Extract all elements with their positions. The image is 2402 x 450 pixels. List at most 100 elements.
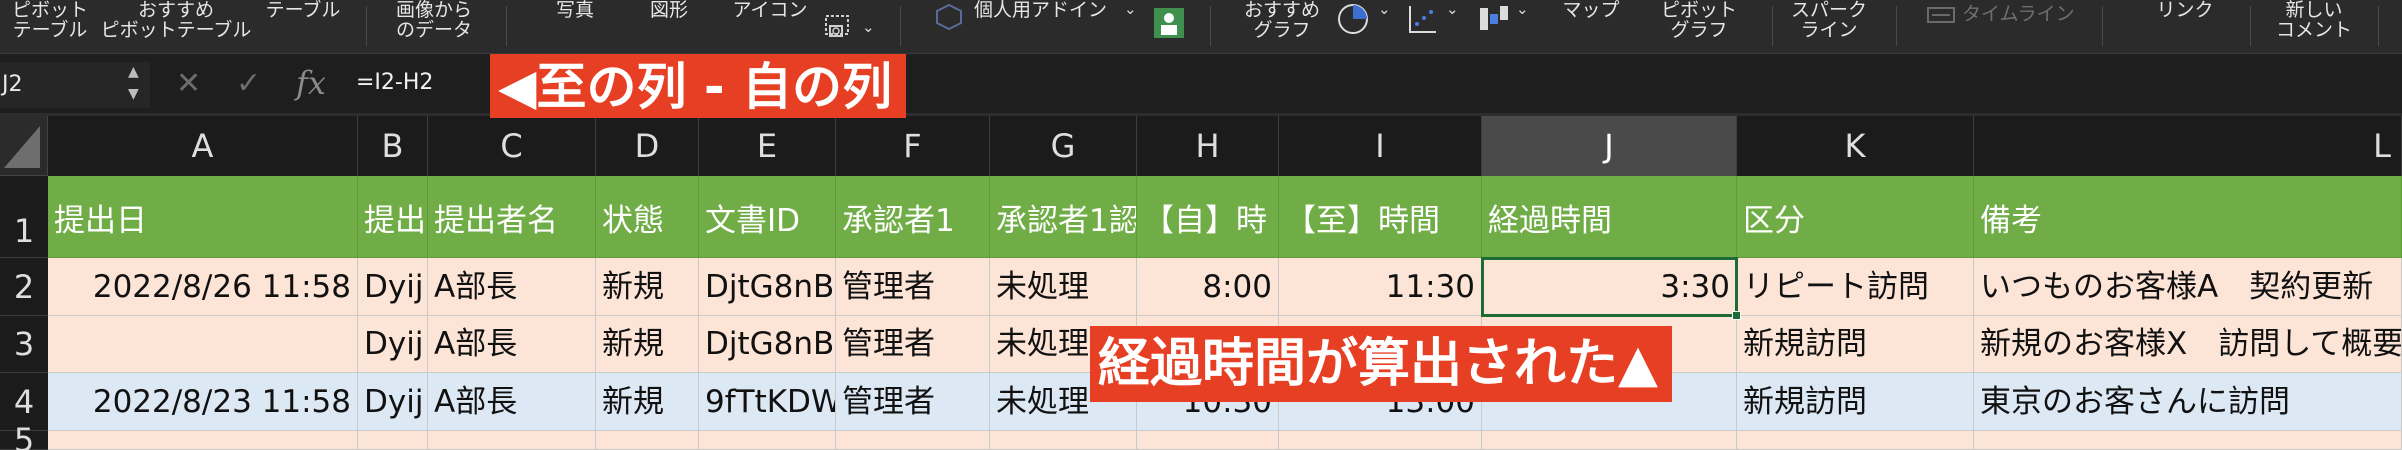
recommended-pivot-button[interactable]: おすすめ ピボットテーブル — [96, 0, 256, 40]
cell-l5[interactable] — [1974, 431, 2402, 450]
cell-l3[interactable]: 新規のお客様X 訪問して概要 — [1974, 316, 2402, 373]
cell-i2[interactable]: 11:30 — [1279, 258, 1482, 316]
chevron-down-icon[interactable]: ⌄ — [1124, 0, 1137, 18]
cell-g5[interactable] — [990, 431, 1137, 450]
cell-k4[interactable]: 新規訪問 — [1737, 373, 1974, 431]
column-header-d[interactable]: D — [596, 116, 699, 176]
cell-l1[interactable]: 備考 — [1974, 176, 2402, 258]
cell-c4[interactable]: A部長 — [428, 373, 596, 431]
name-box-up-icon[interactable]: ▲ — [128, 64, 139, 80]
scatter-chart-icon[interactable] — [1406, 2, 1440, 36]
cell-d1[interactable]: 状態 — [596, 176, 699, 258]
shapes-button[interactable]: 図形 — [634, 0, 704, 20]
fill-handle[interactable] — [1732, 311, 1741, 320]
cell-h2[interactable]: 8:00 — [1137, 258, 1279, 316]
cell-k5[interactable] — [1737, 431, 1974, 450]
cell-e3[interactable]: DjtG8nB — [699, 316, 836, 373]
cell-k3[interactable]: 新規訪問 — [1737, 316, 1974, 373]
column-header-b[interactable]: B — [358, 116, 428, 176]
column-header-c[interactable]: C — [428, 116, 596, 176]
row-header-3[interactable]: 3 — [0, 316, 48, 373]
cell-e1[interactable]: 文書ID — [699, 176, 836, 258]
column-header-f[interactable]: F — [836, 116, 990, 176]
cell-b4[interactable]: Dyij — [358, 373, 428, 431]
cell-a3[interactable] — [48, 316, 358, 373]
pivot-chart-button[interactable]: ピボット グラフ — [1644, 0, 1754, 40]
cell-a2[interactable]: 2022/8/26 11:58 — [48, 258, 358, 316]
waterfall-chart-icon[interactable] — [1476, 2, 1510, 36]
cell-l4[interactable]: 東京のお客さんに訪問 — [1974, 373, 2402, 431]
cell-d4[interactable]: 新規 — [596, 373, 699, 431]
link-button[interactable]: リンク — [2150, 0, 2220, 20]
new-comment-button[interactable]: 新しい コメント — [2264, 0, 2364, 40]
column-header-i[interactable]: I — [1279, 116, 1482, 176]
cell-k1[interactable]: 区分 — [1737, 176, 1974, 258]
cell-d5[interactable] — [596, 431, 699, 450]
table-button[interactable]: テーブル — [258, 0, 348, 20]
cancel-icon[interactable]: ✕ — [176, 66, 201, 101]
map-button[interactable]: マップ — [1556, 0, 1626, 20]
column-header-j[interactable]: J — [1482, 116, 1737, 176]
column-header-e[interactable]: E — [699, 116, 836, 176]
image-from-data-button[interactable]: 画像から のデータ — [384, 0, 484, 40]
cell-f2[interactable]: 管理者 — [836, 258, 990, 316]
cell-j1[interactable]: 経過時間 — [1482, 176, 1737, 258]
row-header-1[interactable]: 1 — [0, 176, 48, 258]
cell-a4[interactable]: 2022/8/23 11:58 — [48, 373, 358, 431]
pie-chart-icon[interactable] — [1336, 2, 1370, 36]
cell-b3[interactable]: Dyij — [358, 316, 428, 373]
column-header-l[interactable]: L — [1974, 116, 2402, 176]
pivot-table-button[interactable]: ピボット テーブル — [10, 0, 90, 40]
cell-d3[interactable]: 新規 — [596, 316, 699, 373]
cell-h1[interactable]: 【自】時 — [1137, 176, 1279, 258]
cell-d2[interactable]: 新規 — [596, 258, 699, 316]
chevron-down-icon[interactable]: ⌄ — [1516, 0, 1529, 18]
cell-f3[interactable]: 管理者 — [836, 316, 990, 373]
cell-c1[interactable]: 提出者名 — [428, 176, 596, 258]
cell-g2[interactable]: 未処理 — [990, 258, 1137, 316]
cell-c3[interactable]: A部長 — [428, 316, 596, 373]
cell-l2[interactable]: いつものお客様A 契約更新 — [1974, 258, 2402, 316]
formula-input[interactable]: =I2-H2 — [356, 70, 433, 95]
cell-a5[interactable] — [48, 431, 358, 450]
cell-f1[interactable]: 承認者1 — [836, 176, 990, 258]
cell-e4[interactable]: 9fTtKDW — [699, 373, 836, 431]
people-graph-icon[interactable] — [1152, 6, 1186, 40]
cell-b5[interactable] — [358, 431, 428, 450]
select-all-corner[interactable] — [0, 116, 48, 176]
column-header-a[interactable]: A — [48, 116, 358, 176]
chevron-down-icon[interactable]: ⌄ — [862, 18, 875, 36]
cell-b2[interactable]: Dyij — [358, 258, 428, 316]
cell-h5[interactable] — [1137, 431, 1279, 450]
name-box-down-icon[interactable]: ▼ — [128, 86, 139, 102]
cell-a1[interactable]: 提出日 — [48, 176, 358, 258]
column-header-k[interactable]: K — [1737, 116, 1974, 176]
cell-e2[interactable]: DjtG8nB — [699, 258, 836, 316]
confirm-check-icon[interactable]: ✓ — [236, 66, 261, 101]
cell-g1[interactable]: 承認者1認 — [990, 176, 1137, 258]
row-header-5[interactable]: 5 — [0, 424, 48, 450]
screenshot-icon[interactable] — [824, 14, 854, 42]
cell-i1[interactable]: 【至】時間 — [1279, 176, 1482, 258]
cell-c2[interactable]: A部長 — [428, 258, 596, 316]
column-header-g[interactable]: G — [990, 116, 1137, 176]
insert-function-icon[interactable]: fx — [296, 64, 326, 102]
column-header-h[interactable]: H — [1137, 116, 1279, 176]
cell-e5[interactable] — [699, 431, 836, 450]
cell-k2[interactable]: リピート訪問 — [1737, 258, 1974, 316]
cell-i5[interactable] — [1279, 431, 1482, 450]
photo-button[interactable]: 写真 — [540, 0, 610, 20]
personal-addins-button[interactable]: 個人用アドイン — [974, 0, 1124, 20]
recommended-charts-button[interactable]: おすすめ グラフ — [1232, 0, 1332, 40]
cell-j5[interactable] — [1482, 431, 1737, 450]
chevron-down-icon[interactable]: ⌄ — [1446, 0, 1459, 18]
cell-j2[interactable]: 3:30 — [1482, 258, 1737, 316]
icons-button[interactable]: アイコン — [720, 0, 820, 20]
cell-c5[interactable] — [428, 431, 596, 450]
sparklines-button[interactable]: スパーク ライン — [1784, 0, 1874, 40]
chevron-down-icon[interactable]: ⌄ — [1378, 0, 1391, 18]
row-header-2[interactable]: 2 — [0, 258, 48, 316]
cell-f5[interactable] — [836, 431, 990, 450]
cell-f4[interactable]: 管理者 — [836, 373, 990, 431]
cell-b1[interactable]: 提出 — [358, 176, 428, 258]
